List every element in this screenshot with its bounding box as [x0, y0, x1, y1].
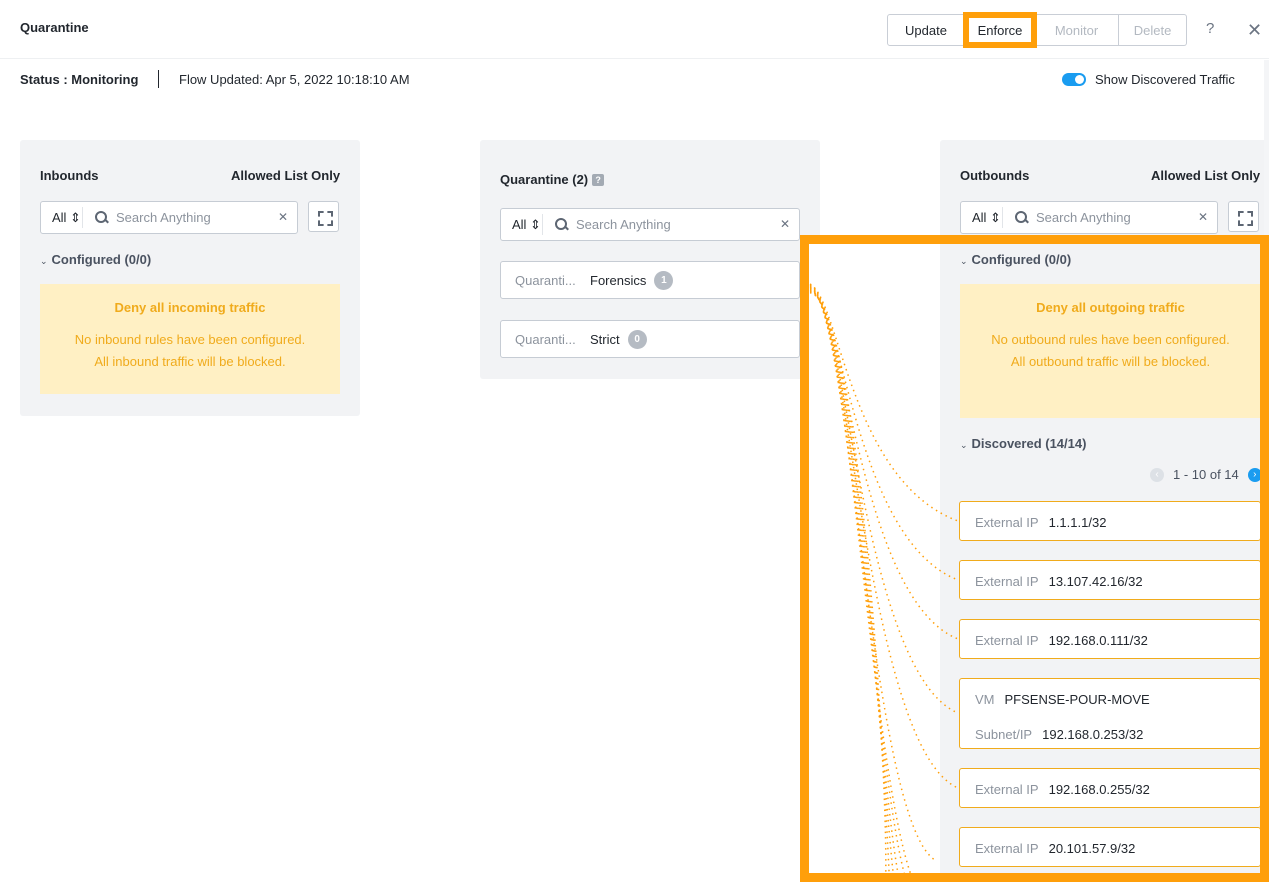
chevron-down-icon: ⌄ — [960, 440, 968, 450]
outbounds-search-input[interactable] — [1036, 210, 1186, 225]
search-icon — [95, 210, 109, 225]
inbounds-warning-title: Deny all incoming traffic — [114, 300, 266, 315]
quarantine-item-name: Strict — [590, 331, 620, 347]
discovered-item-subnet-value: 192.168.0.253/32 — [1042, 726, 1144, 742]
quarantine-filter-select[interactable]: All ⇕ — [501, 214, 543, 235]
update-button[interactable]: Update — [887, 14, 965, 46]
discovered-item[interactable]: External IP 13.107.42.16/32 — [959, 560, 1261, 600]
discovered-item[interactable]: External IP 1.1.1.1/32 — [959, 501, 1261, 541]
help-icon[interactable]: ? — [1206, 20, 1214, 37]
show-discovered-traffic-toggle[interactable] — [1062, 73, 1086, 86]
flow-lines-area — [809, 244, 940, 882]
discovered-item-value: 192.168.0.255/32 — [1048, 781, 1150, 797]
inbounds-expand-button[interactable] — [308, 201, 339, 232]
outbounds-mode: Allowed List Only — [1151, 168, 1261, 183]
clear-icon[interactable]: ✕ — [278, 210, 288, 224]
discovered-item-value: PFSENSE-POUR-MOVE — [1004, 691, 1150, 707]
chevron-left-icon[interactable]: ‹ — [1150, 467, 1164, 482]
discovered-item-type: External IP — [975, 632, 1039, 648]
monitor-button[interactable]: Monitor — [1035, 14, 1119, 46]
discovered-item[interactable]: External IP 192.168.0.111/32 — [959, 619, 1261, 659]
clear-icon[interactable]: ✕ — [780, 217, 790, 231]
quarantine-item-prefix: Quaranti... — [515, 331, 576, 347]
close-icon[interactable]: ✕ — [1247, 20, 1262, 41]
count-badge: 1 — [654, 270, 674, 290]
search-icon — [555, 217, 569, 232]
discovered-item-value: 192.168.0.111/32 — [1048, 632, 1148, 648]
discovered-item-type: VM — [975, 691, 995, 707]
inbounds-configured-label: Configured (0/0) — [51, 252, 152, 267]
enforce-button[interactable]: Enforce — [963, 12, 1037, 48]
flow-updated-label: Flow Updated: Apr 5, 2022 10:18:10 AM — [179, 72, 410, 87]
clear-icon[interactable]: ✕ — [1198, 210, 1208, 224]
discovered-item-type: External IP — [975, 781, 1039, 797]
quarantine-title: Quarantine (2) — [500, 172, 589, 187]
outbounds-title: Outbounds — [960, 168, 1030, 183]
inbounds-search: All ⇕ ✕ — [40, 201, 298, 234]
discovered-item-type: External IP — [975, 840, 1039, 856]
page-title: Quarantine — [20, 20, 89, 35]
quarantine-title-wrap: Quarantine (2)? — [500, 172, 605, 187]
outbounds-warning: Deny all outgoing traffic No outbound ru… — [960, 284, 1261, 418]
help-icon[interactable]: ? — [592, 174, 605, 186]
discovered-item[interactable]: External IP 192.168.0.255/32 — [959, 768, 1261, 808]
outbounds-discovered-toggle[interactable]: ⌄ Discovered (14/14) — [960, 436, 1086, 451]
count-badge: 0 — [627, 329, 647, 349]
outbounds-discovered-label: Discovered (14/14) — [971, 436, 1087, 451]
outbounds-warning-body: No outbound rules have been configured. … — [991, 332, 1230, 369]
chevron-down-icon: ⌄ — [960, 256, 968, 266]
inbounds-filter-select[interactable]: All ⇕ — [41, 207, 83, 228]
discovered-item-value: 20.101.57.9/32 — [1048, 840, 1136, 856]
quarantine-item-name: Forensics — [590, 272, 647, 288]
outbounds-expand-button[interactable] — [1228, 201, 1259, 232]
quarantine-search-input[interactable] — [576, 217, 726, 232]
scrollbar[interactable] — [1264, 60, 1269, 882]
pager-label: 1 - 10 of 14 — [1173, 467, 1239, 482]
outbounds-search: All ⇕ ✕ — [960, 201, 1218, 234]
quarantine-item-prefix: Quaranti... — [515, 272, 576, 288]
discovered-pager: ‹ 1 - 10 of 14 › — [1150, 467, 1262, 482]
inbounds-warning: Deny all incoming traffic No inbound rul… — [40, 284, 340, 394]
quarantine-item-strict[interactable]: Quaranti... Strict 0 — [500, 320, 800, 358]
outbounds-warning-title: Deny all outgoing traffic — [1036, 300, 1185, 315]
inbounds-search-input[interactable] — [116, 210, 266, 225]
discovered-item-value: 13.107.42.16/32 — [1048, 573, 1143, 589]
inbounds-mode: Allowed List Only — [231, 168, 341, 183]
status-label: Status : Monitoring — [20, 72, 139, 87]
discovered-item[interactable]: External IP 20.101.57.9/32 — [959, 827, 1261, 867]
outbounds-configured-label: Configured (0/0) — [971, 252, 1072, 267]
discovered-item[interactable]: VM PFSENSE-POUR-MOVE Subnet/IP 192.168.0… — [959, 678, 1261, 749]
action-button-group: Update Enforce Monitor Delete — [887, 12, 1187, 48]
search-icon — [1015, 210, 1029, 225]
show-discovered-traffic-label: Show Discovered Traffic — [1095, 72, 1235, 87]
quarantine-item-forensics[interactable]: Quaranti... Forensics 1 — [500, 261, 800, 299]
discovered-item-value: 1.1.1.1/32 — [1048, 514, 1107, 530]
outbounds-filter-select[interactable]: All ⇕ — [961, 207, 1003, 228]
inbounds-warning-body: No inbound rules have been configured. A… — [74, 332, 306, 369]
chevron-right-icon[interactable]: › — [1247, 467, 1262, 482]
discovered-item-type: External IP — [975, 514, 1039, 530]
inbounds-configured-toggle[interactable]: ⌄ Configured (0/0) — [40, 252, 151, 267]
inbounds-title: Inbounds — [40, 168, 99, 183]
status-separator — [158, 70, 159, 88]
discovered-item-subnet-label: Subnet/IP — [975, 726, 1033, 742]
discovered-item-type: External IP — [975, 573, 1039, 589]
delete-button[interactable]: Delete — [1119, 14, 1187, 46]
quarantine-search: All ⇕ ✕ — [500, 208, 800, 241]
header-divider — [0, 58, 1269, 59]
chevron-down-icon: ⌄ — [40, 256, 48, 266]
outbounds-configured-toggle[interactable]: ⌄ Configured (0/0) — [960, 252, 1071, 267]
